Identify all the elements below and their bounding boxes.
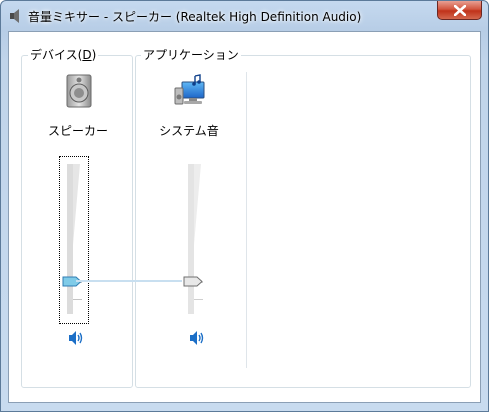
speaker-device-icon[interactable] bbox=[62, 74, 96, 108]
system-sounds-icon[interactable] bbox=[173, 74, 207, 108]
window-title: 音量ミキサー - スピーカー (Realtek High Definition … bbox=[28, 10, 362, 24]
speaker-channel-label: スピーカー bbox=[47, 124, 108, 138]
speaker-channel: スピーカー bbox=[33, 72, 123, 372]
system-sounds-channel-label: システム音 bbox=[159, 124, 219, 138]
applications-group-label: アプリケーション bbox=[141, 47, 241, 63]
speaker-title-icon bbox=[10, 9, 19, 23]
speaker-volume-track[interactable] bbox=[64, 164, 84, 314]
title-bar[interactable]: 音量ミキサー - スピーカー (Realtek High Definition … bbox=[1, 1, 488, 31]
channel-divider bbox=[246, 72, 247, 368]
system-sounds-volume-slider-thumb[interactable] bbox=[183, 276, 203, 287]
system-sounds-volume-track[interactable] bbox=[185, 164, 205, 314]
close-icon bbox=[454, 5, 466, 16]
device-group-label: デバイス(D) bbox=[28, 47, 99, 63]
system-sounds-channel: システム音 bbox=[144, 72, 234, 372]
speaker-mute-button[interactable] bbox=[66, 330, 84, 346]
close-button[interactable] bbox=[437, 1, 482, 20]
system-sounds-mute-button[interactable] bbox=[187, 330, 205, 346]
mixer-content: デバイス(D) アプリケーション スピーカー システム音 bbox=[8, 31, 481, 403]
volume-mixer-window: 音量ミキサー - スピーカー (Realtek High Definition … bbox=[0, 0, 489, 412]
